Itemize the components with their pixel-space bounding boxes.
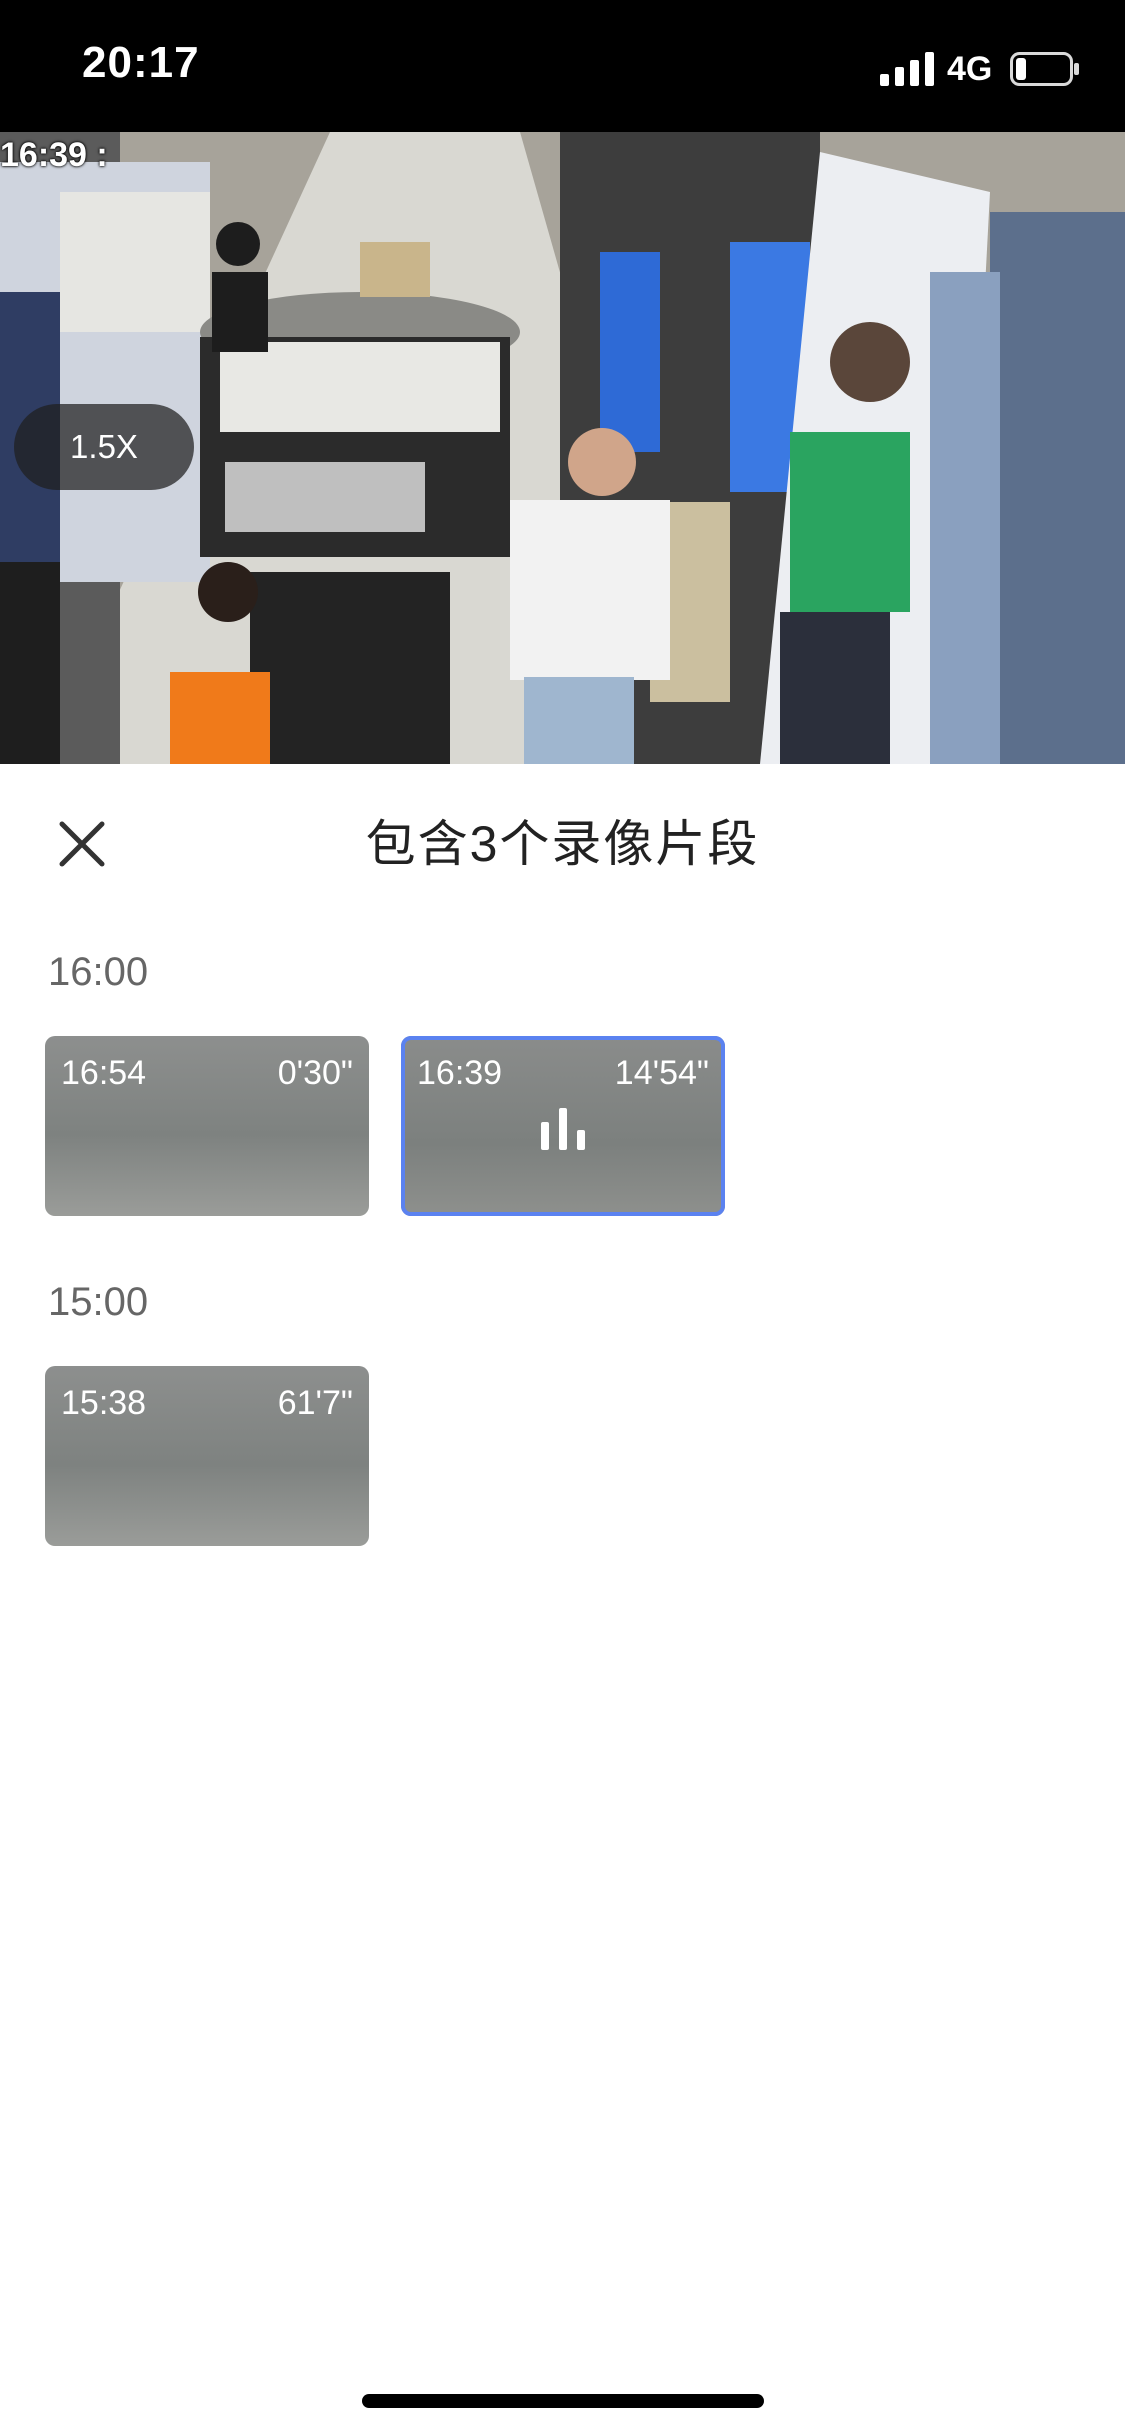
- status-time: 20:17: [82, 38, 200, 87]
- clip-start-time: 15:38: [61, 1384, 147, 1422]
- battery-icon: [1010, 52, 1079, 86]
- sheet-title: 包含3个录像片段: [365, 816, 760, 872]
- video-player[interactable]: 16:39 : 1.5X: [0, 132, 1125, 764]
- camera-timestamp: 16:39 :: [0, 136, 108, 174]
- clip-duration: 0'30": [277, 1054, 353, 1092]
- clip-start-time: 16:39: [417, 1054, 503, 1092]
- clip-duration: 61'7": [277, 1384, 353, 1422]
- playback-speed-button[interactable]: 1.5X: [14, 404, 194, 490]
- clip-start-time: 16:54: [61, 1054, 147, 1092]
- clip-card[interactable]: 16:54 0'30": [45, 1036, 369, 1216]
- home-indicator[interactable]: [362, 2394, 764, 2408]
- network-type: 4G: [947, 50, 993, 88]
- clip-card-selected[interactable]: 16:39 14'54": [401, 1036, 725, 1216]
- group-label-16: 16:00: [48, 950, 149, 994]
- now-playing-icon: [541, 1108, 585, 1150]
- clip-card[interactable]: 15:38 61'7": [45, 1366, 369, 1546]
- clip-list-sheet: 包含3个录像片段 16:00 16:54 0'30" 16:39 14'54" …: [0, 764, 1125, 2436]
- clip-duration: 14'54": [614, 1054, 709, 1092]
- signal-icon: [880, 52, 934, 86]
- status-bar: 20:17 4G: [0, 0, 1125, 132]
- group-label-15: 15:00: [48, 1280, 149, 1324]
